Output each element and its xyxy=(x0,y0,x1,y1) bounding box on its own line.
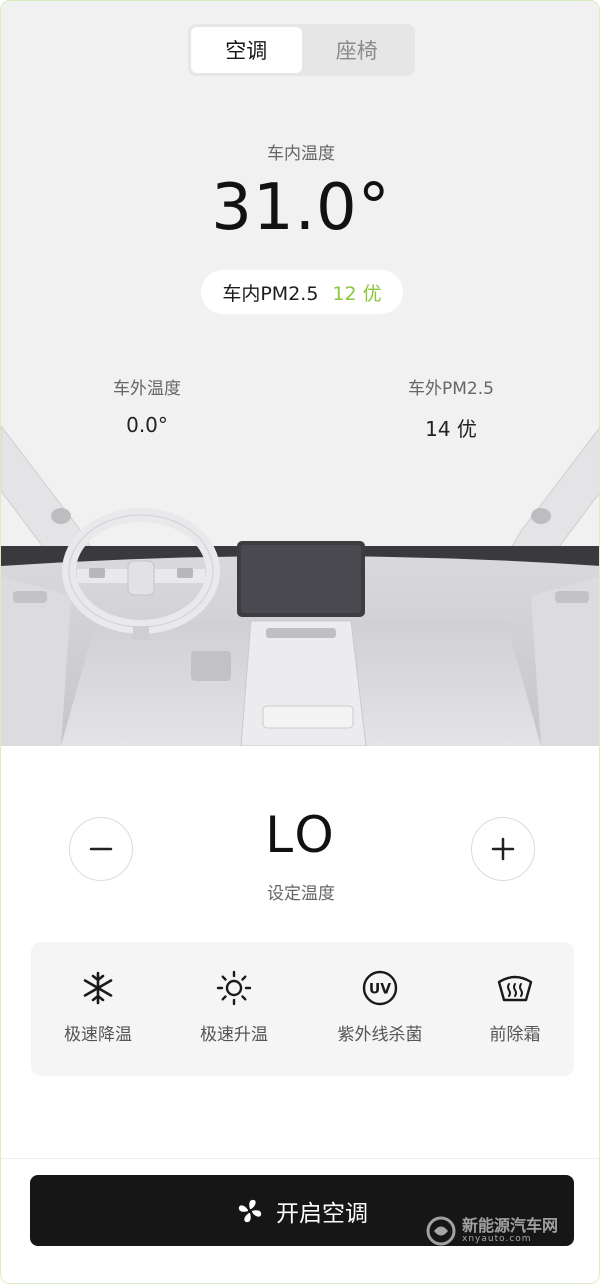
tab-seats[interactable]: 座椅 xyxy=(302,27,413,73)
cabin-pm-label: 车内PM2.5 xyxy=(222,282,319,305)
mode-front-defrost[interactable]: 前除霜 xyxy=(450,970,580,1045)
tab-climate[interactable]: 空调 xyxy=(191,27,302,73)
front-defrost-icon xyxy=(497,975,533,1002)
tab-switcher: 空调 座椅 xyxy=(188,24,415,76)
set-temp-label: 设定温度 xyxy=(267,884,335,904)
mode-front-defrost-label: 前除霜 xyxy=(489,1025,541,1045)
cabin-overview: 空调 座椅 车内温度 31.0° 车内PM2.5 12 优 车外温度 0.0° … xyxy=(1,1,599,746)
watermark-main: 新能源汽车网 xyxy=(462,1215,559,1235)
uv-icon-text: UV xyxy=(369,982,391,998)
mode-rapid-heating-label: 极速升温 xyxy=(200,1025,268,1045)
watermark-sub: xnyauto.com xyxy=(462,1233,532,1244)
start-ac-label: 开启空调 xyxy=(276,1200,368,1227)
mode-rapid-cooling-label: 极速降温 xyxy=(64,1025,132,1045)
watermark-logo-icon xyxy=(426,1216,456,1246)
plus-icon xyxy=(491,837,515,861)
cabin-pm-badge: 车内PM2.5 12 优 xyxy=(201,270,403,314)
cabin-temp-label: 车内温度 xyxy=(267,144,335,164)
car-interior-image xyxy=(1,425,599,746)
mode-uv-sterilization[interactable]: UV 紫外线杀菌 xyxy=(315,970,445,1045)
watermark: 新能源汽车网 xnyauto.com xyxy=(426,1211,558,1251)
control-panel: LO 设定温度 极速降温 极速升温 UV 紫外线杀菌 前除霜 开启空调 新能源汽… xyxy=(1,746,599,1283)
increase-temp-button[interactable] xyxy=(471,817,535,881)
mode-rapid-cooling[interactable]: 极速降温 xyxy=(33,970,163,1045)
uv-icon: UV xyxy=(362,970,398,1006)
cabin-pm-value: 12 优 xyxy=(332,282,382,305)
app-frame: 空调 座椅 车内温度 31.0° 车内PM2.5 12 优 车外温度 0.0° … xyxy=(0,0,600,1284)
snowflake-icon xyxy=(83,971,113,1005)
cabin-temp-value: 31.0° xyxy=(211,171,391,245)
mode-shortcuts: 极速降温 极速升温 UV 紫外线杀菌 前除霜 xyxy=(31,942,574,1076)
sun-icon xyxy=(216,970,252,1006)
mode-rapid-heating[interactable]: 极速升温 xyxy=(169,970,299,1045)
divider xyxy=(1,1158,599,1159)
mode-uv-sterilization-label: 紫外线杀菌 xyxy=(337,1025,423,1045)
fan-icon xyxy=(238,1199,262,1222)
